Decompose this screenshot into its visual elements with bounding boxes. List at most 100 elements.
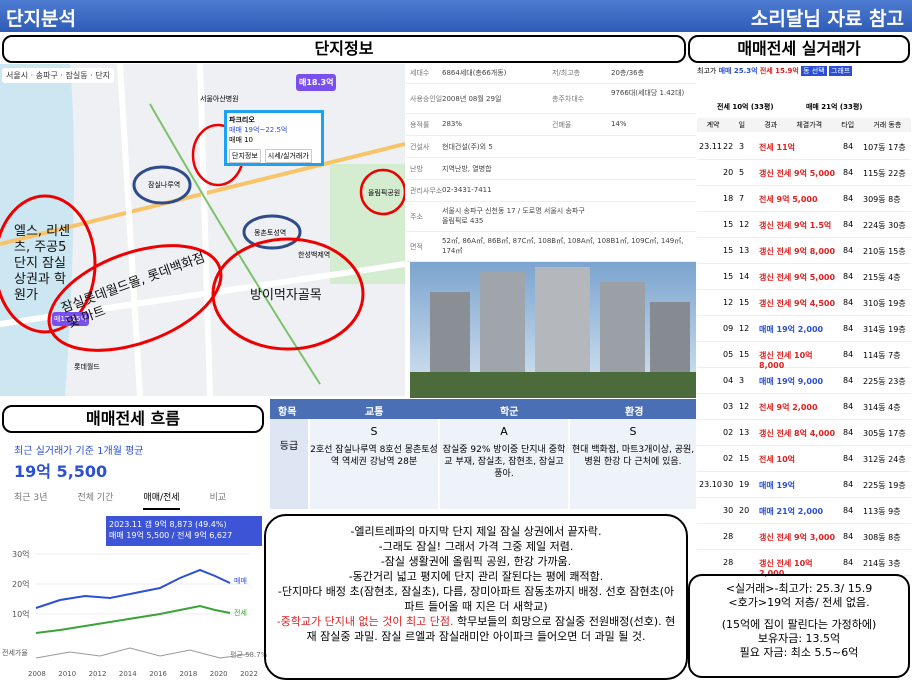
ytick: 20억 (12, 580, 30, 589)
tab-compare[interactable]: 비교 (210, 490, 227, 510)
tx-cell-ago: 3 (739, 376, 745, 385)
tx-cell-t: 84 (843, 428, 854, 437)
map-tab-dong[interactable]: 잠실동 (65, 71, 87, 80)
map-label-olympic: 올림픽공원 (368, 189, 401, 197)
tx-cell-price: 갱신 전세 9억 1.5억 (759, 221, 832, 230)
tx-cell-d: 15 (723, 220, 734, 229)
note-line: -단지마다 배정 초(잠현초, 잠실초), 다름, 장미아파트 잠동초까지 배정… (277, 585, 675, 613)
note-line: -잠실 생활권에 올림픽 공원, 한강 가까움. (380, 555, 572, 568)
tx-cell-d: 15 (723, 272, 734, 281)
tx-cell-price: 갱신 전세 9억 4,500 (759, 299, 836, 308)
chart-tooltip: 2023.11 갭 9억 8,873 (49.4%) 매매 19억 5,500 /… (106, 516, 262, 546)
tx-row[interactable]: 03 12 전세 9억 2,000 84 314동 4층 (697, 394, 911, 420)
map-label-asan: 서울아산병원 (200, 95, 239, 103)
tx-cell-t: 84 (843, 558, 854, 567)
tx-cell-price: 갱신 전세 9억 5,000 (759, 273, 836, 282)
tx-row[interactable]: 15 12 갱신 전세 9억 1.5억 84 224동 30층 (697, 212, 911, 238)
tx-row[interactable]: 04 3 매매 19억 9,000 84 225동 23층 (697, 368, 911, 394)
tx-row[interactable]: 09 12 매매 19억 2,000 84 314동 19층 (697, 316, 911, 342)
map-tab-complex[interactable]: 단지 (95, 71, 110, 80)
tx-row[interactable]: 12 15 갱신 전세 9억 4,500 84 310동 19층 (697, 290, 911, 316)
tx-row[interactable]: 15 14 갱신 전세 9억 5,000 84 215동 4층 (697, 264, 911, 290)
popup-name: 파크리오 (229, 116, 255, 124)
tx-row[interactable]: 23.10 30 19 매매 19억 84 225동 19층 (697, 472, 911, 498)
popup-info-button[interactable]: 단지정보 (229, 149, 261, 163)
tx-row[interactable]: 02 15 전세 10억 84 312동 24층 (697, 446, 911, 472)
price-summary: <실거래>-최고가: 25.3/ 15.9 <호가>19억 저층/ 전세 없음.… (688, 574, 910, 678)
tx-cell-price: 매매 19억 9,000 (759, 377, 824, 386)
avg-value: 19억 5,500 (14, 462, 108, 481)
info-row: 관리사무소 02-3431-7411 (406, 180, 696, 202)
tx-cell-f: 214동 3층 (863, 559, 901, 568)
tx-cell-t: 84 (843, 480, 854, 489)
complex-popup[interactable]: 파크리오 매매 19억~22.5억 매매 10 단지정보 시세/실거래가 (224, 110, 324, 166)
tx-cell-ago: 20 (739, 506, 750, 515)
info-row: 사용승인일 2008년 08월 29일 총주차대수 9766대(세대당 1.42대) (406, 84, 696, 114)
tx-cell-d: 05 (723, 350, 734, 359)
map-tab-gu[interactable]: 송파구 (36, 71, 58, 80)
tx-cell-d: 15 (723, 246, 734, 255)
tab-sale-rent[interactable]: 매매/전세 (143, 490, 180, 510)
tx-cell-t: 84 (843, 298, 854, 307)
map-label-jamsilnaru: 잠실나루역 (148, 181, 181, 189)
tx-row[interactable]: 28 갱신 전세 10억 2,000 84 214동 3층 (697, 550, 911, 578)
tx-row[interactable]: 23.11 22 3 전세 11억 84 107동 17층 (697, 134, 911, 160)
tx-cell-f: 210동 15층 (863, 247, 906, 256)
tx-cell-f: 310동 19층 (863, 299, 906, 308)
tx-cell-t: 84 (843, 272, 854, 281)
tx-row[interactable]: 15 13 갱신 전세 9억 8,000 84 210동 15층 (697, 238, 911, 264)
tx-cell-d: 04 (723, 376, 734, 385)
popup-price-button[interactable]: 시세/실거래가 (264, 149, 312, 163)
tx-cell-d: 09 (723, 324, 734, 333)
tx-cell-ago: 12 (739, 324, 750, 333)
graph-button[interactable]: 그래프 (828, 66, 853, 76)
tx-cell-f: 308동 8층 (863, 533, 901, 542)
analysis-notes: -엘리트레파의 마지막 단지 제일 잠실 상권에서 끝자락. -그래도 잠실! … (264, 514, 688, 680)
tx-row[interactable]: 20 5 갱신 전세 9억 5,000 84 115동 22층 (697, 160, 911, 186)
map-tab-city[interactable]: 서울시 (6, 71, 28, 80)
tx-cell-d: 28 (723, 532, 734, 541)
tx-cell-t: 84 (843, 194, 854, 203)
tx-cell-price: 매매 19억 (759, 481, 795, 490)
grade-environment: S 현대 백화점, 마트3개이상, 공원, 병원 한강 다 근처에 있음. (570, 419, 696, 509)
grade-traffic: S 2호선 잠실나루역 8호선 몽촌토성역 역세권 강남역 28분 (310, 419, 438, 509)
tx-cell-ago: 15 (739, 454, 750, 463)
tx-cell-f: 309동 8층 (863, 195, 901, 204)
tx-cell-f: 114동 7층 (863, 351, 901, 360)
tx-cell-ago: 13 (739, 246, 750, 255)
tx-row[interactable]: 30 20 매매 21억 2,000 84 113동 9층 (697, 498, 911, 524)
grade-table: 항목 교통 학군 환경 등급 S 2호선 잠실나루역 8호선 몽촌토성역 역세권… (270, 399, 696, 509)
tx-row[interactable]: 28 갱신 전세 9억 3,000 84 308동 8층 (697, 524, 911, 550)
info-row: 세대수 6864세대(총66개동) 저/최고층 20층/36층 (406, 62, 696, 84)
tx-cell-price: 갱신 전세 9억 5,000 (759, 169, 836, 178)
tx-cell-t: 84 (843, 376, 854, 385)
ytick: 30억 (12, 550, 30, 559)
tx-cell-f: 224동 30층 (863, 221, 906, 230)
legend-rent: 전세 (234, 609, 247, 617)
xticks: 2008 2010 2012 2014 2016 2018 2020 2022 (28, 670, 258, 678)
tx-cell-price: 전세 10억 (759, 455, 795, 464)
tx-row[interactable]: 05 15 갱신 전세 10억 8,000 84 114동 7층 (697, 342, 911, 370)
map-label-mongchon: 몽촌토성역 (254, 229, 287, 237)
ytick: 전세가율 (2, 649, 28, 657)
map-panel[interactable]: 서울시 · 송파구 · 잠실동 · 단지 매18.3억 매17.25억 파크리오… (0, 64, 405, 396)
ratio-line (35, 647, 251, 659)
tx-cell-t: 84 (843, 350, 854, 359)
tx-row[interactable]: 18 7 전세 9억 5,000 84 309동 8층 (697, 186, 911, 212)
tx-cell-d: 02 (723, 428, 734, 437)
tx-cell-ym: 23.11 (699, 142, 722, 151)
complex-info-title: 단지정보 (2, 35, 686, 63)
tx-row[interactable]: 02 13 갱신 전세 8억 4,000 84 305동 17층 (697, 420, 911, 446)
map-note-alley: 방이먹자골목 (250, 288, 322, 303)
tab-recent3y[interactable]: 최근 3년 (14, 490, 47, 510)
tx-cell-d: 20 (723, 168, 734, 177)
price-badge[interactable]: 매18.3억 (296, 74, 337, 91)
tx-cell-d: 02 (723, 454, 734, 463)
flow-tabs[interactable]: 최근 3년 전체 기간 매매/전세 비교 (14, 490, 264, 510)
tab-all[interactable]: 전체 기간 (77, 490, 113, 510)
info-row: 주소 서울시 송파구 신천동 17 / 도로명 서울시 송파구 올림픽로 435 (406, 202, 696, 232)
map-tabs[interactable]: 서울시 · 송파구 · 잠실동 · 단지 (2, 68, 114, 83)
dong-select-button[interactable]: 동 선택 (801, 66, 827, 76)
info-row: 건설사 현대건설(주)외 5 (406, 136, 696, 158)
page-source: 소리달님 자료 참고 (750, 8, 904, 30)
